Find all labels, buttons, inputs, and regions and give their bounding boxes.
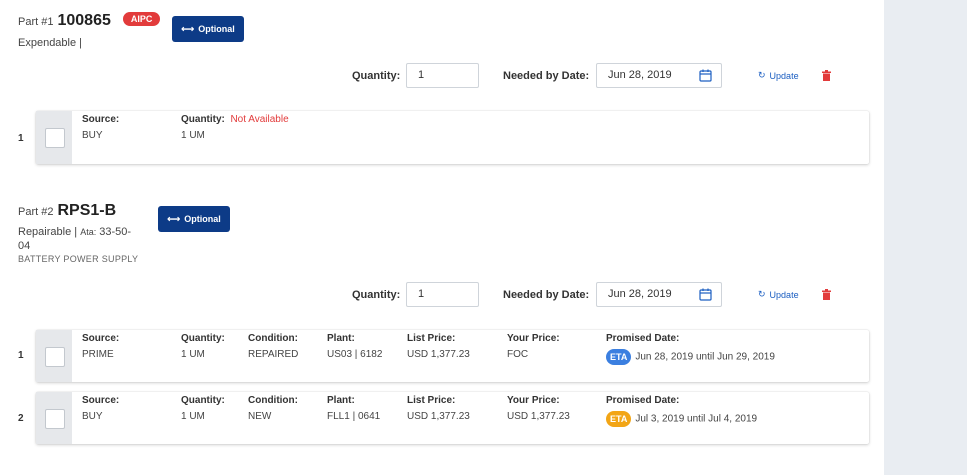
trash-icon[interactable] (822, 289, 831, 300)
list-price-cell: List Price: USD 1,377.23 (407, 333, 470, 360)
source-option-card[interactable]: Source: PRIME Quantity: 1 UM Condition: … (36, 330, 869, 382)
part-1-quantity-row: Quantity: 1 Needed by Date: Jun 28, 2019… (0, 63, 884, 89)
update-button[interactable]: ↻ Update (758, 70, 799, 81)
source-cell: Source: BUY (82, 395, 120, 422)
part-type: Repairable | Ata: 33-50- (18, 226, 132, 238)
quantity-label: Quantity: (352, 289, 401, 301)
quantity-label: Quantity: (352, 70, 401, 82)
calendar-icon[interactable] (699, 69, 712, 82)
quantity-input[interactable]: 1 (406, 63, 479, 88)
source-cell: Source: PRIME (82, 333, 120, 360)
update-button[interactable]: ↻ Update (758, 289, 799, 300)
promised-date-cell: Promised Date: ETA Jul 3, 2019 until Jul … (606, 395, 757, 427)
swap-arrows-icon: ⟷ (181, 23, 195, 34)
row-index: 1 (18, 133, 24, 144)
part-number: 100865 (57, 12, 111, 29)
select-checkbox[interactable] (45, 347, 65, 367)
source-option-card[interactable]: Source: BUY Quantity: Not Available 1 UM (36, 111, 869, 164)
needed-by-date-label: Needed by Date: (503, 70, 590, 82)
calendar-icon[interactable] (699, 288, 712, 301)
right-sidebar (884, 0, 967, 475)
part-number: RPS1-B (57, 202, 117, 219)
select-checkbox[interactable] (45, 128, 65, 148)
part-type: Expendable | (18, 37, 83, 49)
plant-cell: Plant: FLL1 | 0641 (327, 395, 381, 422)
part-prefix: Part #1 (18, 16, 54, 28)
quantity-cell: Quantity: 1 UM (181, 395, 225, 422)
selection-area (36, 111, 72, 164)
your-price-cell: Your Price: USD 1,377.23 (507, 395, 570, 422)
promised-date-cell: Promised Date: ETA Jun 28, 2019 until Jun… (606, 333, 775, 365)
refresh-icon: ↻ (758, 289, 766, 299)
trash-icon[interactable] (822, 70, 831, 81)
needed-by-date-input[interactable]: Jun 28, 2019 (596, 63, 722, 88)
eta-badge: ETA (606, 349, 632, 365)
row-index: 2 (18, 413, 24, 424)
needed-by-date-label: Needed by Date: (503, 289, 590, 301)
condition-cell: Condition: REPAIRED (248, 333, 299, 360)
refresh-icon: ↻ (758, 70, 766, 80)
selection-area (36, 392, 72, 444)
quantity-input[interactable]: 1 (406, 282, 479, 307)
eta-badge: ETA (606, 411, 632, 427)
source-option-card[interactable]: Source: BUY Quantity: 1 UM Condition: NE… (36, 392, 869, 444)
plant-cell: Plant: US03 | 6182 (327, 333, 383, 360)
ata-continuation: 04 (18, 240, 31, 252)
availability-status: Not Available (230, 114, 289, 125)
selection-area (36, 330, 72, 382)
select-checkbox[interactable] (45, 409, 65, 429)
needed-by-date-input[interactable]: Jun 28, 2019 (596, 282, 722, 307)
quantity-cell: Quantity: Not Available 1 UM (181, 114, 289, 141)
condition-cell: Condition: NEW (248, 395, 298, 422)
optional-button[interactable]: ⟷ Optional (158, 206, 230, 232)
part-prefix: Part #2 (18, 206, 54, 218)
part-description: BATTERY POWER SUPPLY (18, 254, 139, 264)
your-price-cell: Your Price: FOC (507, 333, 560, 360)
list-price-cell: List Price: USD 1,377.23 (407, 395, 470, 422)
swap-arrows-icon: ⟷ (167, 213, 181, 224)
part-1-header: Part #1 100865 AIPC Expendable | (18, 12, 161, 50)
quantity-cell: Quantity: 1 UM (181, 333, 225, 360)
row-index: 1 (18, 350, 24, 361)
source-cell: Source: BUY (82, 114, 120, 141)
aipc-badge: AIPC (122, 12, 161, 26)
parts-panel: Part #1 100865 AIPC Expendable | ⟷ Optio… (0, 0, 884, 475)
part-2-quantity-row: Quantity: 1 Needed by Date: Jun 28, 2019… (0, 282, 884, 308)
part-2-header: Part #2 RPS1-B Repairable | Ata: 33-50- … (18, 202, 138, 264)
optional-button[interactable]: ⟷ Optional (172, 16, 244, 42)
